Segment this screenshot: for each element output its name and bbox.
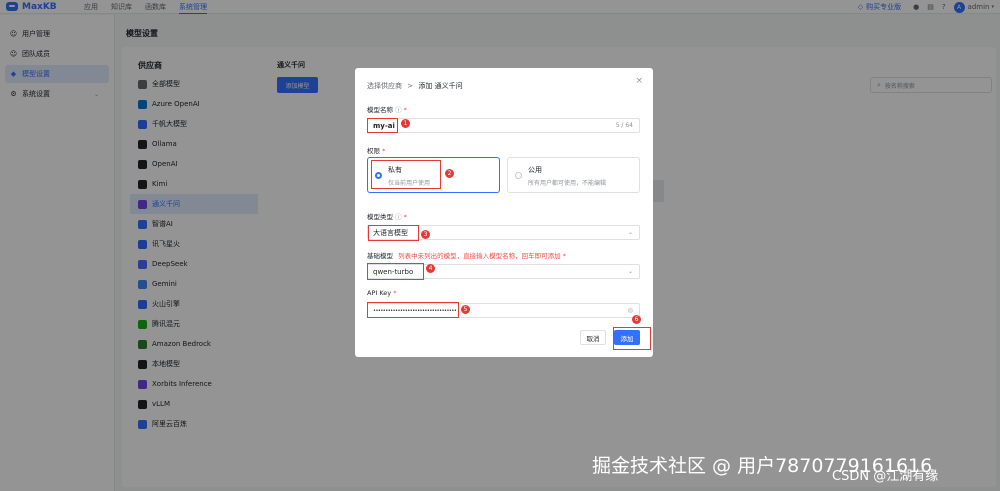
model-name-count: 5 / 64: [615, 122, 633, 129]
breadcrumb-select-provider[interactable]: 选择供应商: [367, 82, 402, 90]
annotation-badge: 4: [426, 264, 435, 273]
eye-hidden-icon[interactable]: ◎: [628, 307, 633, 314]
api-key-label-text: API Key: [367, 289, 392, 297]
permission-label-text: 权限: [367, 147, 380, 155]
chevron-down-icon: ⌄: [627, 229, 633, 236]
permission-label: 权限 *: [367, 145, 385, 155]
annotation-box-type: [368, 225, 419, 241]
annotation-box-submit: [613, 327, 651, 350]
watermark-csdn: CSDN @江湖有缘: [832, 469, 939, 484]
info-icon[interactable]: ⓘ: [395, 213, 402, 221]
annotation-badge: 6: [632, 315, 641, 324]
permission-public-title: 公用: [528, 166, 542, 174]
api-key-label: API Key *: [367, 289, 396, 297]
info-icon[interactable]: ⓘ: [395, 106, 402, 114]
radio-unselected-icon[interactable]: [515, 172, 522, 179]
dialog-breadcrumb: 选择供应商 > 添加 通义千问: [367, 81, 463, 91]
required-mark: *: [403, 213, 407, 221]
annotation-badge: 2: [445, 169, 454, 178]
model-type-label-text: 模型类型: [367, 213, 393, 221]
permission-public-option[interactable]: 公用 所有用户都可使用，不能编辑: [507, 157, 640, 193]
close-icon[interactable]: ×: [635, 76, 643, 86]
breadcrumb-current: 添加 通义千问: [418, 82, 463, 90]
model-type-label: 模型类型 ⓘ *: [367, 211, 407, 221]
cancel-button[interactable]: 取消: [580, 330, 606, 345]
required-mark: *: [403, 106, 407, 114]
breadcrumb-separator: >: [407, 82, 414, 90]
annotation-box-base: [367, 263, 424, 280]
required-mark: *: [393, 289, 397, 297]
annotation-box-apikey: [367, 302, 459, 318]
permission-public-desc: 所有用户都可使用，不能编辑: [528, 180, 607, 187]
annotation-badge: 1: [401, 119, 410, 128]
base-model-label-text: 基础模型: [367, 252, 393, 260]
chevron-down-icon: ⌄: [627, 268, 633, 275]
model-name-label-text: 模型名称: [367, 106, 393, 114]
annotation-box-name: [367, 118, 398, 133]
annotation-badge: 3: [421, 230, 430, 239]
annotation-box-permission: [371, 160, 441, 189]
model-name-label: 模型名称 ⓘ *: [367, 104, 407, 114]
base-model-label: 基础模型 列表中未列出的模型，直接输入模型名称，回车即可添加 *: [367, 250, 566, 260]
required-mark: *: [562, 252, 566, 260]
required-mark: *: [382, 147, 386, 155]
annotation-badge: 5: [461, 305, 470, 314]
base-model-hint: 列表中未列出的模型，直接输入模型名称，回车即可添加: [398, 252, 561, 260]
